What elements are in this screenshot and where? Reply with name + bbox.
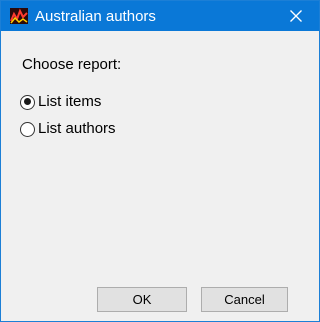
radio-button-unselected[interactable] (20, 121, 35, 137)
cancel-button[interactable]: Cancel (201, 287, 288, 312)
radio-list-items[interactable]: List items (20, 92, 101, 112)
window-title: Australian authors (35, 8, 156, 25)
radio-label-list-items[interactable]: List items (38, 93, 101, 111)
report-prompt-label: Choose report: (22, 56, 122, 73)
title-bar[interactable]: Australian authors (1, 1, 319, 31)
app-chart-icon (10, 8, 28, 24)
radio-button-selected[interactable] (20, 94, 35, 110)
radio-label-list-authors[interactable]: List authors (38, 120, 116, 138)
dialog-window: Australian authors Choose report: List i… (0, 0, 320, 322)
dialog-content: Choose report: List items List authors O… (1, 31, 319, 321)
close-button[interactable] (273, 1, 319, 31)
radio-list-authors[interactable]: List authors (20, 119, 116, 139)
ok-button[interactable]: OK (97, 287, 187, 312)
close-icon (290, 10, 302, 22)
